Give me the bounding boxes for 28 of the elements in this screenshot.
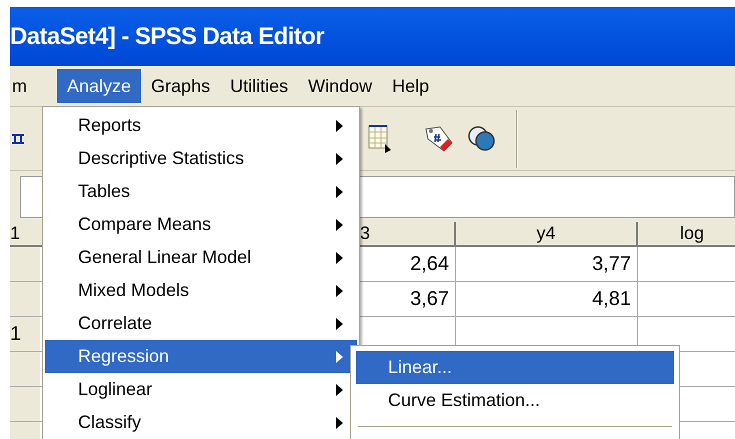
column-header: log (680, 222, 704, 245)
menu-entry[interactable]: Tables (45, 175, 357, 208)
column-header: y4 (536, 222, 556, 245)
table-cell-text: 2,64 (410, 252, 449, 277)
menu-item[interactable]: Analyze (57, 69, 142, 103)
menu-entry[interactable]: Mixed Models (45, 274, 357, 307)
menu-entry[interactable]: Linear... (356, 351, 674, 384)
menu-item[interactable]: Window (298, 69, 382, 103)
column-header: 1 (10, 222, 20, 245)
column-header: 3 (360, 222, 370, 245)
menu-item[interactable]: Graphs (141, 69, 220, 103)
menu-item[interactable]: Help (382, 69, 440, 103)
table-cell-text: 3,67 (410, 287, 449, 312)
menu-entry[interactable]: Regression (45, 340, 357, 373)
menu-entry[interactable]: Curve Estimation... (356, 384, 674, 417)
grid-icon[interactable] (368, 124, 392, 154)
menu-item[interactable]: m (10, 69, 37, 103)
menu-entry[interactable]: General Linear Model (45, 241, 357, 274)
row-header[interactable]: 1 (10, 317, 40, 351)
window-title: DataSet4] - SPSS Data Editor (10, 22, 324, 52)
menu-entry[interactable]: Reports (45, 109, 357, 142)
table-cell-text: 3,77 (592, 252, 631, 277)
menu-entry[interactable]: Compare Means (45, 208, 357, 241)
menu-entry[interactable]: Correlate (45, 307, 357, 340)
table-cell-text: 4,81 (592, 287, 631, 312)
toolbar-icon[interactable] (12, 134, 24, 144)
menu-entry[interactable]: Descriptive Statistics (45, 142, 357, 175)
menu-item[interactable]: Utilities (220, 69, 298, 103)
